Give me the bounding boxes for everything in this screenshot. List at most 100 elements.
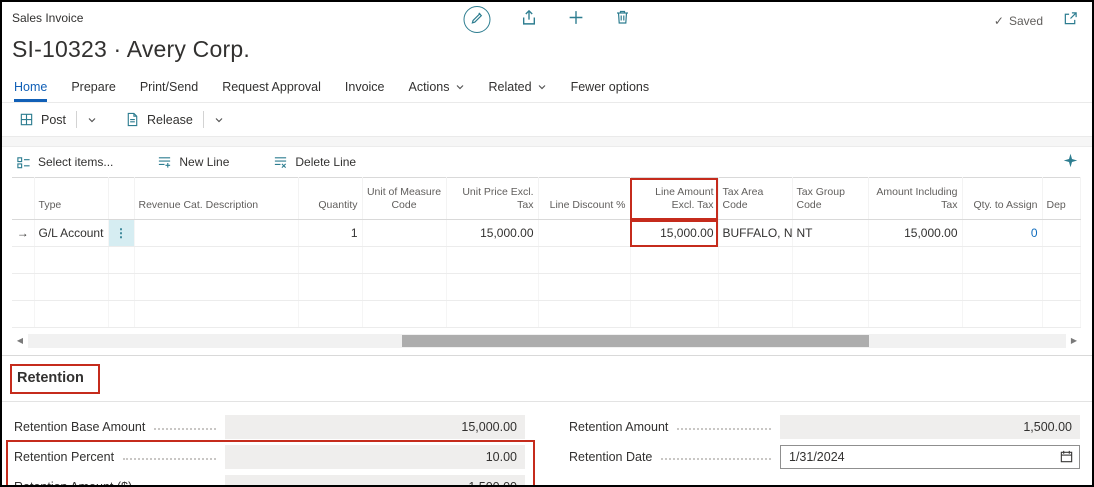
- select-items-button[interactable]: Select items...: [16, 155, 113, 170]
- delete-document-button[interactable]: [615, 9, 631, 30]
- retention-amount-dollar-value[interactable]: 1,500.00: [225, 475, 525, 487]
- cell-empty[interactable]: [718, 247, 792, 274]
- col-unit-price-excl-tax[interactable]: Unit Price Excl. Tax: [446, 178, 538, 220]
- share-button[interactable]: [521, 9, 538, 31]
- col-tax-area-code[interactable]: Tax Area Code: [718, 178, 792, 220]
- cell-empty[interactable]: [962, 247, 1042, 274]
- new-line-icon: [157, 155, 172, 170]
- cell-empty[interactable]: [1042, 301, 1080, 328]
- sales-invoice-window: Sales Invoice: [0, 0, 1094, 487]
- col-qty-to-assign[interactable]: Qty. to Assign: [962, 178, 1042, 220]
- cell-empty[interactable]: [362, 247, 446, 274]
- retention-date-input[interactable]: [780, 445, 1080, 469]
- tab-invoice[interactable]: Invoice: [345, 74, 385, 102]
- cell-quantity[interactable]: 1: [298, 220, 362, 247]
- cell-empty[interactable]: [630, 301, 718, 328]
- cell-empty[interactable]: [538, 301, 630, 328]
- col-dep[interactable]: Dep: [1042, 178, 1080, 220]
- release-dropdown-button[interactable]: [207, 110, 231, 130]
- col-tax-group-code[interactable]: Tax Group Code: [792, 178, 868, 220]
- col-amount-including-tax[interactable]: Amount Including Tax: [868, 178, 962, 220]
- post-button[interactable]: Post: [12, 107, 73, 132]
- post-dropdown-button[interactable]: [80, 110, 104, 130]
- scroll-right-icon[interactable]: ▶: [1066, 333, 1082, 349]
- menu-actions[interactable]: Actions: [409, 74, 465, 102]
- cell-empty[interactable]: [446, 301, 538, 328]
- cell-empty[interactable]: [718, 274, 792, 301]
- menu-related[interactable]: Related: [489, 74, 547, 102]
- menu-fewer-options[interactable]: Fewer options: [571, 74, 650, 102]
- new-document-button[interactable]: [568, 9, 585, 31]
- cell-empty[interactable]: [868, 274, 962, 301]
- cell-empty[interactable]: [718, 301, 792, 328]
- cell-empty[interactable]: [298, 274, 362, 301]
- cell-empty[interactable]: [538, 274, 630, 301]
- col-quantity[interactable]: Quantity: [298, 178, 362, 220]
- field-label: Retention Amount ($): [14, 480, 132, 487]
- cell-line-amount-excl-tax[interactable]: 15,000.00: [630, 220, 718, 247]
- scrollbar-track[interactable]: [28, 334, 1066, 348]
- cell-empty[interactable]: [792, 247, 868, 274]
- cell-empty[interactable]: [134, 247, 298, 274]
- retention-base-amount-value[interactable]: 15,000.00: [225, 415, 525, 439]
- tab-request-approval[interactable]: Request Approval: [222, 74, 321, 102]
- cell-empty[interactable]: [298, 247, 362, 274]
- retention-section-title[interactable]: Retention: [17, 370, 84, 386]
- field-retention-amount-dollar: Retention Amount ($) 1,500.00: [14, 472, 525, 487]
- tab-prepare[interactable]: Prepare: [71, 74, 115, 102]
- cell-tax-group-code[interactable]: NT: [792, 220, 868, 247]
- popout-button[interactable]: [1063, 11, 1078, 31]
- release-button[interactable]: Release: [118, 107, 200, 132]
- cell-empty[interactable]: [630, 247, 718, 274]
- edit-toggle-button[interactable]: [464, 6, 491, 33]
- cell-menu-ellipsis-icon[interactable]: ⋮: [108, 220, 134, 247]
- tab-print-send[interactable]: Print/Send: [140, 74, 198, 102]
- col-type[interactable]: Type: [34, 178, 108, 220]
- cell-empty[interactable]: [1042, 247, 1080, 274]
- cell-empty[interactable]: [792, 274, 868, 301]
- cell-empty[interactable]: [134, 274, 298, 301]
- cell-revenue-cat-description[interactable]: [134, 220, 298, 247]
- col-unit-of-measure-code[interactable]: Unit of Measure Code: [362, 178, 446, 220]
- cell-type[interactable]: G/L Account: [34, 220, 108, 247]
- new-line-button[interactable]: New Line: [157, 155, 229, 170]
- cell-empty[interactable]: [868, 301, 962, 328]
- col-line-amount-excl-tax[interactable]: Line Amount Excl. Tax: [630, 178, 718, 220]
- cell-empty[interactable]: [630, 274, 718, 301]
- cell-dep[interactable]: [1042, 220, 1080, 247]
- cell-empty[interactable]: [362, 274, 446, 301]
- cell-empty[interactable]: [1042, 274, 1080, 301]
- delete-line-button[interactable]: Delete Line: [273, 155, 356, 170]
- sparkle-icon: [1063, 153, 1078, 171]
- cell-empty[interactable]: [34, 274, 108, 301]
- cell-amount-including-tax[interactable]: 15,000.00: [868, 220, 962, 247]
- cell-empty[interactable]: [446, 247, 538, 274]
- cell-empty[interactable]: [538, 247, 630, 274]
- cell-empty[interactable]: [34, 301, 108, 328]
- retention-amount-value[interactable]: 1,500.00: [780, 415, 1080, 439]
- tab-home[interactable]: Home: [14, 74, 47, 102]
- cell-empty[interactable]: [446, 274, 538, 301]
- cell-empty[interactable]: [34, 247, 108, 274]
- cell-unit-price-excl-tax[interactable]: 15,000.00: [446, 220, 538, 247]
- cell-line-discount-pct[interactable]: [538, 220, 630, 247]
- cell-unit-of-measure-code[interactable]: [362, 220, 446, 247]
- cell-empty[interactable]: [134, 301, 298, 328]
- cell-empty[interactable]: [792, 301, 868, 328]
- cell-empty[interactable]: [108, 247, 134, 274]
- cell-empty[interactable]: [868, 247, 962, 274]
- copilot-sparkle-button[interactable]: [1063, 153, 1078, 171]
- scrollbar-thumb[interactable]: [402, 335, 869, 347]
- cell-tax-area-code[interactable]: BUFFALO, NY: [718, 220, 792, 247]
- cell-empty[interactable]: [298, 301, 362, 328]
- col-line-discount-pct[interactable]: Line Discount %: [538, 178, 630, 220]
- scroll-left-icon[interactable]: ◀: [12, 333, 28, 349]
- cell-empty[interactable]: [108, 274, 134, 301]
- cell-empty[interactable]: [962, 301, 1042, 328]
- col-revenue-cat-description[interactable]: Revenue Cat. Description: [134, 178, 298, 220]
- cell-empty[interactable]: [362, 301, 446, 328]
- cell-empty[interactable]: [962, 274, 1042, 301]
- cell-empty[interactable]: [108, 301, 134, 328]
- cell-qty-to-assign-link[interactable]: 0: [962, 220, 1042, 247]
- retention-percent-value[interactable]: 10.00: [225, 445, 525, 469]
